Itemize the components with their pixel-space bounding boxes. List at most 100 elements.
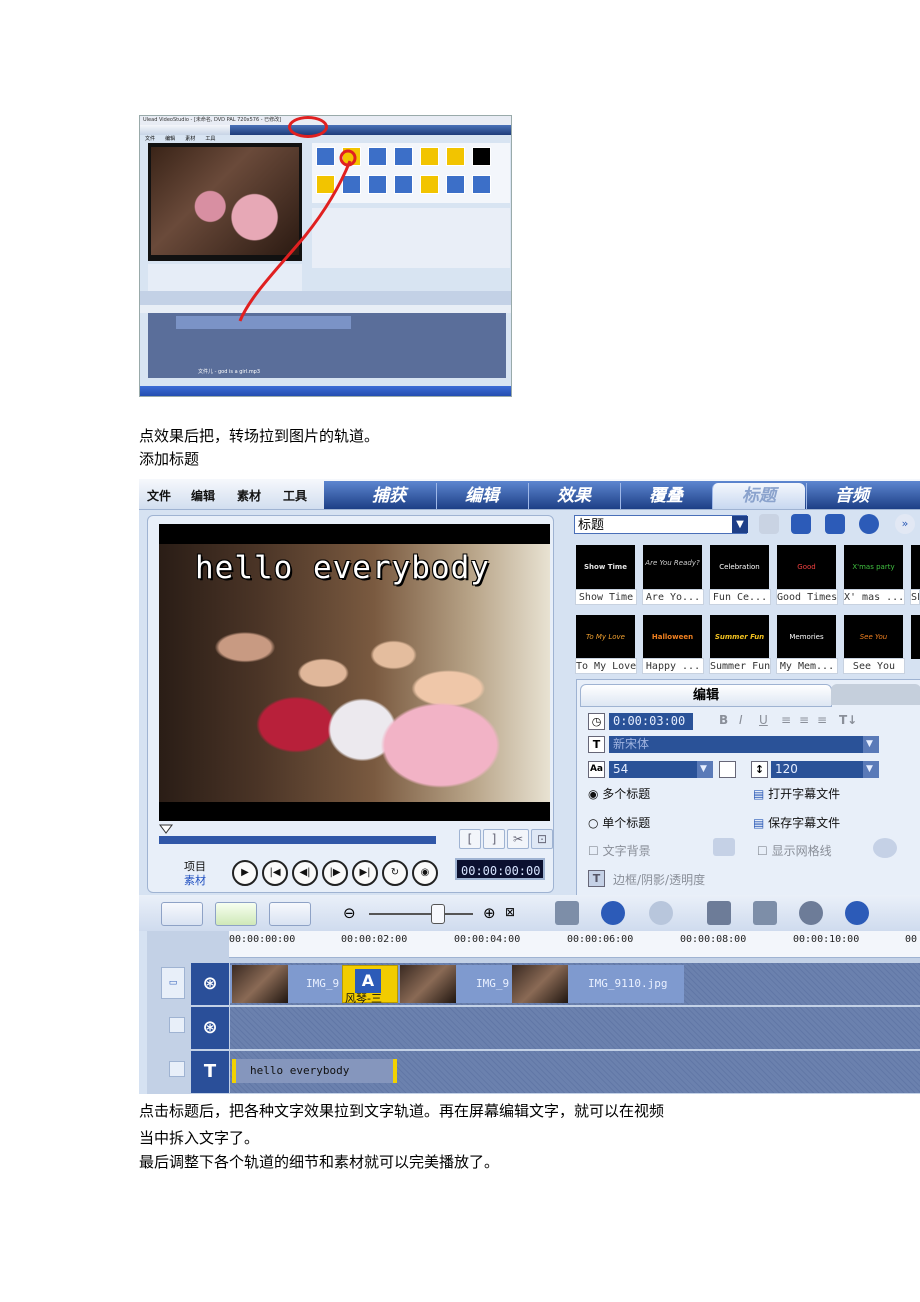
duration-field[interactable]: 0:00:03:00 <box>609 713 693 730</box>
mark-in-button[interactable]: [ <box>459 829 481 849</box>
insert-media-icon[interactable] <box>555 901 579 925</box>
save-subtitle-button[interactable]: ▤ 保存字幕文件 <box>753 814 840 831</box>
surround-sound-icon[interactable] <box>845 901 869 925</box>
preview-screen[interactable]: hello everybody <box>159 524 550 821</box>
tab-secondary[interactable] <box>831 684 920 705</box>
repeat-icon[interactable]: ↻ <box>382 860 408 886</box>
text-background-checkbox[interactable]: ☐ 文字背景 <box>588 842 651 859</box>
title-overlay-text[interactable]: hello everybody <box>195 550 490 586</box>
red-drag-arrow-annotation <box>238 149 357 322</box>
title-track[interactable]: hello everybody <box>230 1051 920 1093</box>
align-left-icon[interactable]: ≡ <box>781 713 791 727</box>
multi-title-radio[interactable]: ◉ 多个标题 <box>588 785 650 802</box>
zoom-in-icon[interactable]: ⊕ <box>483 904 496 922</box>
border-shadow-icon[interactable]: T <box>588 870 605 887</box>
video-clip[interactable]: IMG_9110.jpg <box>566 965 684 1003</box>
title-preset-thumb[interactable]: Good <box>777 545 836 589</box>
tab-capture[interactable]: 捕获 <box>344 483 434 509</box>
volume-icon[interactable]: ◉ <box>412 860 438 886</box>
expand-more-icon[interactable]: » <box>895 514 915 534</box>
scrubber-handle-icon[interactable] <box>159 824 173 834</box>
fit-to-window-icon[interactable]: ⊠ <box>505 905 515 919</box>
next-frame-icon[interactable]: |▶ <box>322 860 348 886</box>
timeline-ruler[interactable]: 00:00:00:00 00:00:02:00 00:00:04:00 00:0… <box>229 931 920 958</box>
undo-icon[interactable] <box>601 901 625 925</box>
font-size-dropdown[interactable]: 54 <box>609 761 699 778</box>
tab-effect[interactable]: 效果 <box>528 483 619 509</box>
title-preset-thumb[interactable]: Celebration <box>710 545 769 589</box>
audio-view-button[interactable] <box>269 902 311 926</box>
single-title-radio[interactable]: ○ 单个标题 <box>588 814 650 831</box>
track-toggle[interactable] <box>169 1017 185 1033</box>
italic-icon[interactable]: I <box>739 713 743 727</box>
chevron-down-icon[interactable]: ▼ <box>732 516 748 533</box>
folder-icon[interactable] <box>759 514 779 534</box>
clip-mode-label[interactable]: 素材 <box>184 872 206 888</box>
menu-edit[interactable]: 编辑 <box>191 487 215 504</box>
tab-audio[interactable]: 音频 <box>806 483 897 509</box>
scrubber-bar[interactable] <box>159 836 436 844</box>
zoom-slider[interactable] <box>369 913 473 915</box>
library-dropdown[interactable]: 标题 <box>574 515 747 534</box>
overlay-track[interactable] <box>230 1007 920 1049</box>
align-center-icon[interactable]: ≡ <box>799 713 809 727</box>
show-grid-checkbox[interactable]: ☐ 显示网格线 <box>757 842 832 859</box>
menu-clip[interactable]: 素材 <box>237 487 261 504</box>
track-manager-icon[interactable]: ▭ <box>161 967 185 999</box>
zoom-out-icon[interactable]: ⊖ <box>343 904 356 922</box>
play-icon[interactable]: ▶ <box>232 860 258 886</box>
preview-panel: hello everybody [ ] ✂ ⊡ 项目 素材 ▶ |◀ ◀| |▶… <box>147 515 554 893</box>
mark-out-button[interactable]: ] <box>483 829 505 849</box>
menu-tools[interactable]: 工具 <box>283 487 307 504</box>
border-shadow-label[interactable]: 边框/阴影/透明度 <box>613 871 705 888</box>
title-preset-thumb[interactable]: Summer Fun <box>710 615 769 659</box>
title-preset-thumb[interactable]: To My Love <box>576 615 635 659</box>
track-toggle[interactable] <box>169 1061 185 1077</box>
options-icon[interactable] <box>859 514 879 534</box>
chevron-down-icon[interactable]: ▼ <box>863 736 879 753</box>
tab-overlay[interactable]: 覆叠 <box>620 483 711 509</box>
smart-proxy-icon[interactable] <box>707 901 731 925</box>
tab-edit[interactable]: 编辑 <box>436 483 527 509</box>
background-settings-icon[interactable] <box>713 838 735 856</box>
transition-clip[interactable]: A 风琴-三 <box>342 965 398 1005</box>
import-icon[interactable] <box>791 514 811 534</box>
align-right-icon[interactable]: ≡ <box>817 713 827 727</box>
tab-title[interactable]: 标题 <box>712 483 805 509</box>
line-spacing-dropdown[interactable]: 120 <box>771 761 865 778</box>
menu-file[interactable]: 文件 <box>147 487 171 504</box>
chevron-down-icon[interactable]: ▼ <box>863 761 879 778</box>
title-preset-thumb[interactable]: See You <box>844 615 903 659</box>
title-preset-thumb[interactable] <box>911 615 920 659</box>
title-preset-thumb[interactable]: Show Time <box>576 545 635 589</box>
batch-convert-icon[interactable] <box>753 901 777 925</box>
bold-icon[interactable]: B <box>719 713 728 727</box>
grid-settings-icon[interactable] <box>873 838 897 858</box>
mix-audio-icon[interactable] <box>799 901 823 925</box>
title-preset-thumb[interactable]: Are You Ready? <box>643 545 702 589</box>
title-preset-thumb[interactable] <box>911 545 920 589</box>
tab-edit-options[interactable]: 编辑 <box>580 684 832 707</box>
chevron-down-icon[interactable]: ▼ <box>697 761 713 778</box>
go-to-end-icon[interactable]: ▶| <box>352 860 378 886</box>
zoom-slider-handle[interactable] <box>431 904 445 924</box>
color-swatch[interactable] <box>719 761 736 778</box>
go-to-start-icon[interactable]: |◀ <box>262 860 288 886</box>
title-preset-thumb[interactable]: Memories <box>777 615 836 659</box>
redo-icon[interactable] <box>649 901 673 925</box>
expand-preview-button[interactable]: ⊡ <box>531 829 553 849</box>
library-view-icon[interactable] <box>825 514 845 534</box>
timeline-view-button[interactable] <box>215 902 257 926</box>
storyboard-view-button[interactable] <box>161 902 203 926</box>
title-preset-thumb[interactable]: Halloween <box>643 615 702 659</box>
video-track[interactable]: IMG_9 IMG_9 IMG_9110.jpg A 风琴-三 <box>230 963 920 1005</box>
previous-frame-icon[interactable]: ◀| <box>292 860 318 886</box>
open-subtitle-button[interactable]: ▤ 打开字幕文件 <box>753 785 840 802</box>
preview-timecode[interactable]: 00:00:00:00 <box>455 858 545 880</box>
font-dropdown[interactable]: 新宋体 <box>609 736 865 753</box>
vertical-text-icon[interactable]: T↓ <box>839 713 857 727</box>
cut-clip-button[interactable]: ✂ <box>507 829 529 849</box>
title-preset-thumb[interactable]: X'mas party <box>844 545 903 589</box>
underline-icon[interactable]: U <box>759 713 768 727</box>
title-clip[interactable]: hello everybody <box>232 1059 397 1083</box>
